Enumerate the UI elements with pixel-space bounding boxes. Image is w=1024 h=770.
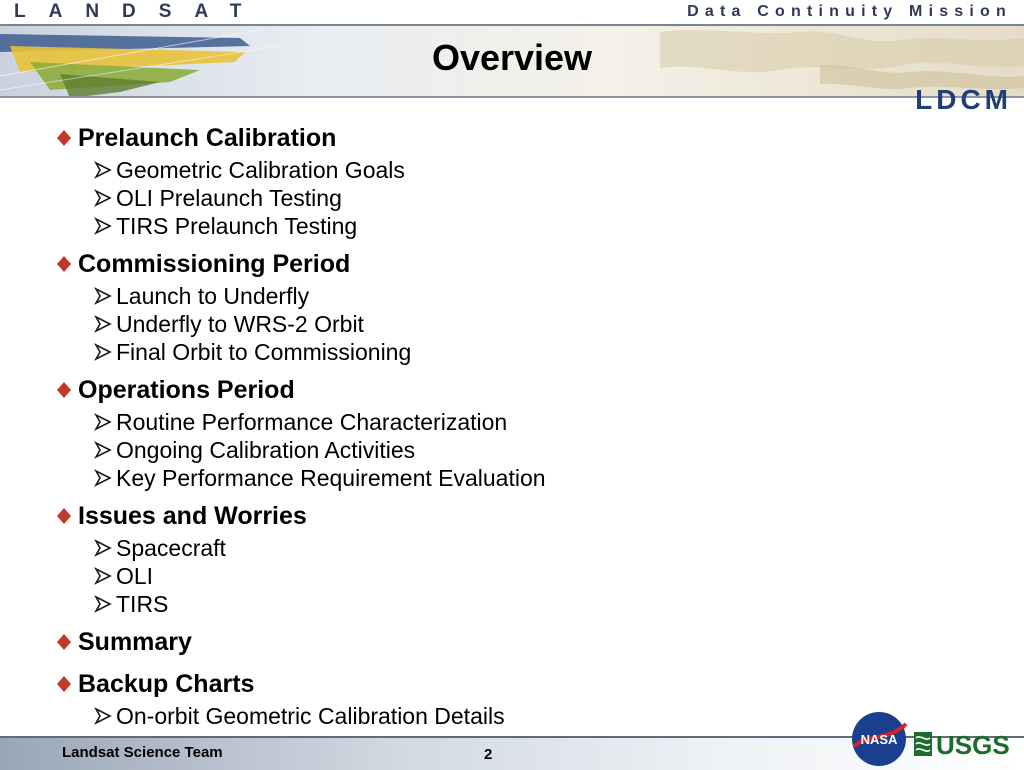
sub-item: Key Performance Requirement Evaluation xyxy=(56,464,956,492)
section-heading: Issues and Worries xyxy=(56,498,956,534)
sub-item-label: Ongoing Calibration Activities xyxy=(116,436,416,463)
sub-item-label: Launch to Underfly xyxy=(116,282,310,309)
sub-item-label: On-orbit Geometric Calibration Details xyxy=(116,702,505,729)
diamond-bullet-icon xyxy=(57,634,71,650)
footer-team: Landsat Science Team xyxy=(62,744,223,761)
arrow-bullet-icon xyxy=(94,539,112,557)
section-heading-label: Summary xyxy=(78,627,192,656)
section-heading: Backup Charts xyxy=(56,666,956,702)
outline-section: Issues and Worries Spacecraft OLI TIRS xyxy=(56,498,956,618)
banner-divider xyxy=(0,96,1024,98)
mission-name: Data Continuity Mission xyxy=(687,3,1012,20)
usgs-logo: USGS xyxy=(914,728,1014,765)
outline-list: Prelaunch Calibration Geometric Calibrati… xyxy=(56,120,956,736)
landsat-wordmark: LANDSAT xyxy=(14,1,265,22)
section-heading: Prelaunch Calibration xyxy=(56,120,956,156)
outline-section: Summary xyxy=(56,624,956,660)
sub-item: TIRS xyxy=(56,590,956,618)
section-heading-label: Backup Charts xyxy=(78,669,255,698)
sub-item: Final Orbit to Commissioning xyxy=(56,338,956,366)
outline-section: Prelaunch Calibration Geometric Calibrati… xyxy=(56,120,956,240)
arrow-bullet-icon xyxy=(94,441,112,459)
ldcm-logo: LDCM xyxy=(915,84,1012,115)
usgs-logo-text: USGS xyxy=(936,730,1010,760)
sub-item-label: Spacecraft xyxy=(116,534,226,561)
sub-item: Routine Performance Characterization xyxy=(56,408,956,436)
sub-item-label: TIRS Prelaunch Testing xyxy=(116,212,358,239)
arrow-bullet-icon xyxy=(94,161,112,179)
sub-item: OLI Prelaunch Testing xyxy=(56,184,956,212)
arrow-bullet-icon xyxy=(94,287,112,305)
section-heading: Summary xyxy=(56,624,956,660)
section-heading: Operations Period xyxy=(56,372,956,408)
arrow-bullet-icon xyxy=(94,217,112,235)
slide-title: Overview xyxy=(431,37,593,78)
sub-item: Launch to Underfly xyxy=(56,282,956,310)
section-heading-label: Commissioning Period xyxy=(78,249,351,278)
arrow-bullet-icon xyxy=(94,189,112,207)
sub-item-label: Key Performance Requirement Evaluation xyxy=(116,464,546,491)
arrow-bullet-icon xyxy=(94,707,112,725)
sub-item-label: Final Orbit to Commissioning xyxy=(116,338,412,365)
nasa-logo-text: NASA xyxy=(861,732,898,747)
sub-item-label: TIRS xyxy=(116,590,169,617)
sub-item: OLI xyxy=(56,562,956,590)
arrow-bullet-icon xyxy=(94,595,112,613)
outline-section: Operations Period Routine Performance Cha… xyxy=(56,372,956,492)
sub-item: Ongoing Calibration Activities xyxy=(56,436,956,464)
sub-item: TIRS Prelaunch Testing xyxy=(56,212,956,240)
diamond-bullet-icon xyxy=(57,508,71,524)
sub-item: Geometric Calibration Goals xyxy=(56,156,956,184)
sub-item-label: OLI xyxy=(116,562,154,589)
sub-item: Underfly to WRS-2 Orbit xyxy=(56,310,956,338)
arrow-bullet-icon xyxy=(94,567,112,585)
nasa-logo-icon: NASA xyxy=(852,712,908,766)
section-heading-label: Operations Period xyxy=(78,375,295,404)
sub-item: On-orbit Geometric Calibration Details xyxy=(56,702,956,730)
diamond-bullet-icon xyxy=(57,256,71,272)
arrow-bullet-icon xyxy=(94,315,112,333)
section-heading-label: Prelaunch Calibration xyxy=(78,123,337,152)
section-heading: Commissioning Period xyxy=(56,246,956,282)
section-heading-label: Issues and Worries xyxy=(78,501,307,530)
outline-section: Commissioning Period Launch to Underfly Un… xyxy=(56,246,956,366)
diamond-bullet-icon xyxy=(57,382,71,398)
top-bar: LANDSAT Data Continuity Mission xyxy=(0,0,1024,26)
sub-item-label: OLI Prelaunch Testing xyxy=(116,184,342,211)
sub-item-label: Underfly to WRS-2 Orbit xyxy=(116,310,364,337)
arrow-bullet-icon xyxy=(94,413,112,431)
arrow-bullet-icon xyxy=(94,343,112,361)
sub-item: Spacecraft xyxy=(56,534,956,562)
page-number: 2 xyxy=(484,746,493,763)
sub-item-label: Geometric Calibration Goals xyxy=(116,156,405,183)
outline-section: Backup Charts On-orbit Geometric Calibrat… xyxy=(56,666,956,730)
diamond-bullet-icon xyxy=(57,130,71,146)
diamond-bullet-icon xyxy=(57,676,71,692)
arrow-bullet-icon xyxy=(94,469,112,487)
sub-item-label: Routine Performance Characterization xyxy=(116,408,508,435)
